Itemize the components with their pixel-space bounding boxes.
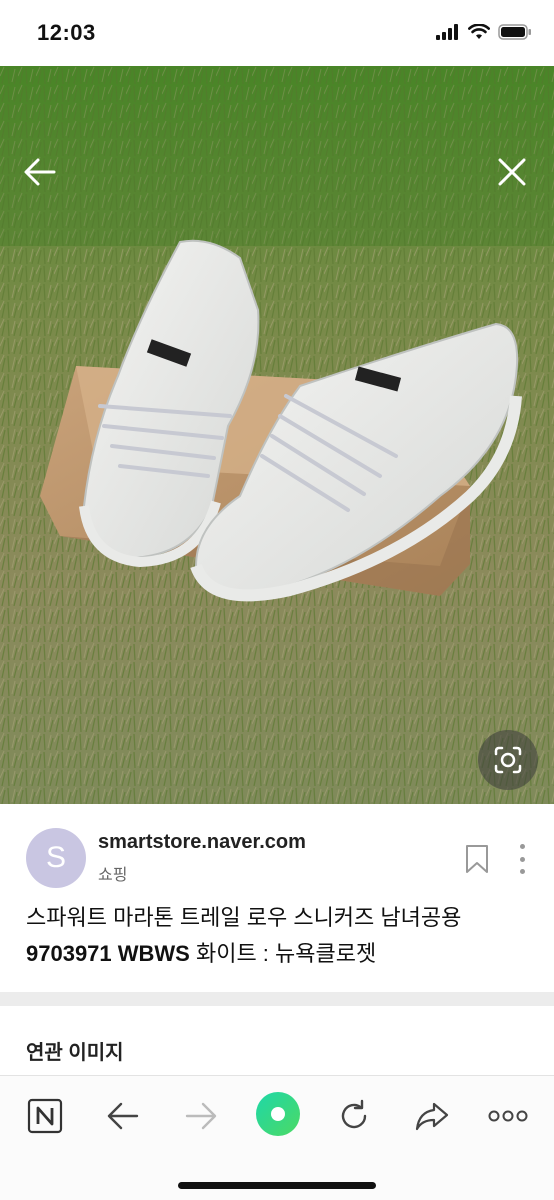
dot-icon	[519, 844, 525, 849]
section-divider	[0, 992, 554, 1006]
source-avatar: S	[26, 828, 86, 888]
close-button[interactable]	[494, 154, 530, 190]
back-button[interactable]	[22, 154, 58, 190]
title-line-2-rest: 화이트 : 뉴욕클로젯	[189, 941, 377, 966]
wifi-icon	[468, 24, 490, 39]
forward-icon	[185, 1102, 217, 1130]
battery-icon	[498, 24, 531, 40]
source-category: 쇼핑	[98, 867, 128, 884]
lens-search-icon	[494, 746, 522, 774]
title-line-1: 스파워트 마라톤 트레일 로우 스니커즈 남녀공용	[26, 905, 462, 930]
refresh-button[interactable]	[332, 1096, 376, 1136]
bookmark-icon	[466, 845, 488, 873]
status-time: 12:03	[37, 20, 96, 45]
product-title-link[interactable]: 스파워트 마라톤 트레일 로우 스니커즈 남녀공용 9703971 WBWS 화…	[26, 900, 536, 972]
image-info-card: S smartstore.naver.com 쇼핑 스파워트 마라톤 트레일 로…	[0, 804, 554, 992]
more-options-button[interactable]	[512, 842, 532, 876]
lens-search-button[interactable]	[478, 730, 538, 790]
naver-home-button[interactable]	[23, 1096, 67, 1136]
dot-icon	[519, 869, 525, 874]
title-product-code: 9703971 WBWS	[26, 941, 190, 966]
back-arrow-icon	[24, 158, 56, 186]
back-nav-button[interactable]	[101, 1096, 145, 1136]
title-line-2: 9703971 WBWS 화이트 : 뉴욕클로젯	[26, 936, 536, 972]
more-menu-button[interactable]	[486, 1096, 530, 1136]
sneakers-on-grass-image	[0, 66, 554, 804]
bookmark-button[interactable]	[464, 844, 490, 874]
home-indicator	[178, 1182, 376, 1189]
green-dot-button[interactable]	[254, 1090, 302, 1138]
product-photo[interactable]	[0, 66, 554, 804]
refresh-icon	[341, 1099, 367, 1129]
share-icon	[415, 1102, 449, 1131]
forward-nav-button[interactable]	[179, 1096, 223, 1136]
close-icon	[498, 158, 526, 186]
status-icons	[436, 24, 532, 40]
naver-home-icon	[27, 1098, 63, 1134]
more-icon	[488, 1110, 528, 1122]
green-dot-icon	[256, 1092, 300, 1136]
back-icon	[107, 1102, 139, 1130]
related-images-heading: 연관 이미지	[26, 1042, 124, 1064]
source-domain[interactable]: smartstore.naver.com	[98, 831, 306, 854]
share-button[interactable]	[410, 1096, 454, 1136]
status-bar: 12:03	[0, 0, 554, 66]
dot-icon	[519, 856, 525, 862]
cellular-signal-icon	[436, 24, 458, 40]
